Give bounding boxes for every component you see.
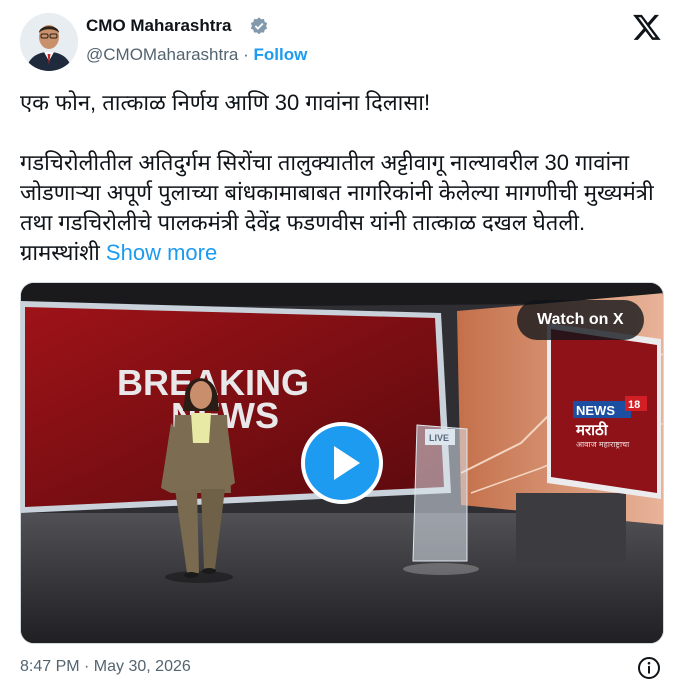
play-icon bbox=[334, 446, 360, 480]
author-handle[interactable]: @CMOMaharashtra bbox=[86, 45, 238, 64]
avatar[interactable] bbox=[20, 13, 78, 71]
verified-badge-icon bbox=[250, 17, 268, 35]
x-logo-icon[interactable] bbox=[631, 12, 663, 42]
info-icon[interactable] bbox=[637, 656, 661, 680]
author-name[interactable]: CMO Maharashtra bbox=[86, 16, 231, 36]
channel-language-text: मराठी bbox=[575, 421, 609, 439]
channel-name-text: NEWS bbox=[576, 403, 615, 418]
tweet-timestamp[interactable]: 8:47 PM · May 30, 2026 bbox=[20, 658, 191, 676]
author-handle-row: @CMOMaharashtra · Follow bbox=[86, 45, 307, 65]
separator-dot: · bbox=[243, 45, 249, 64]
tweet-text: एक फोन, तात्काळ निर्णय आणि 30 गावांना दि… bbox=[20, 88, 670, 268]
watch-on-x-button[interactable]: Watch on X bbox=[517, 300, 644, 340]
podium-label-text: LIVE bbox=[429, 433, 449, 443]
channel-number-text: 18 bbox=[628, 399, 640, 411]
show-more-link[interactable]: Show more bbox=[106, 240, 217, 265]
tweet-card: CMO Maharashtra @CMOMaharashtra · Follow… bbox=[0, 0, 683, 693]
video-player[interactable]: BREAKING NEWS NEWS 18 मराठी आवाज महाराष्… bbox=[20, 282, 664, 644]
play-button[interactable] bbox=[301, 422, 383, 504]
channel-tagline-text: आवाज महाराष्ट्राचा bbox=[576, 440, 630, 449]
person-avatar-icon bbox=[20, 13, 78, 71]
follow-button[interactable]: Follow bbox=[254, 45, 308, 64]
tweet-body: एक फोन, तात्काळ निर्णय आणि 30 गावांना दि… bbox=[20, 90, 654, 265]
